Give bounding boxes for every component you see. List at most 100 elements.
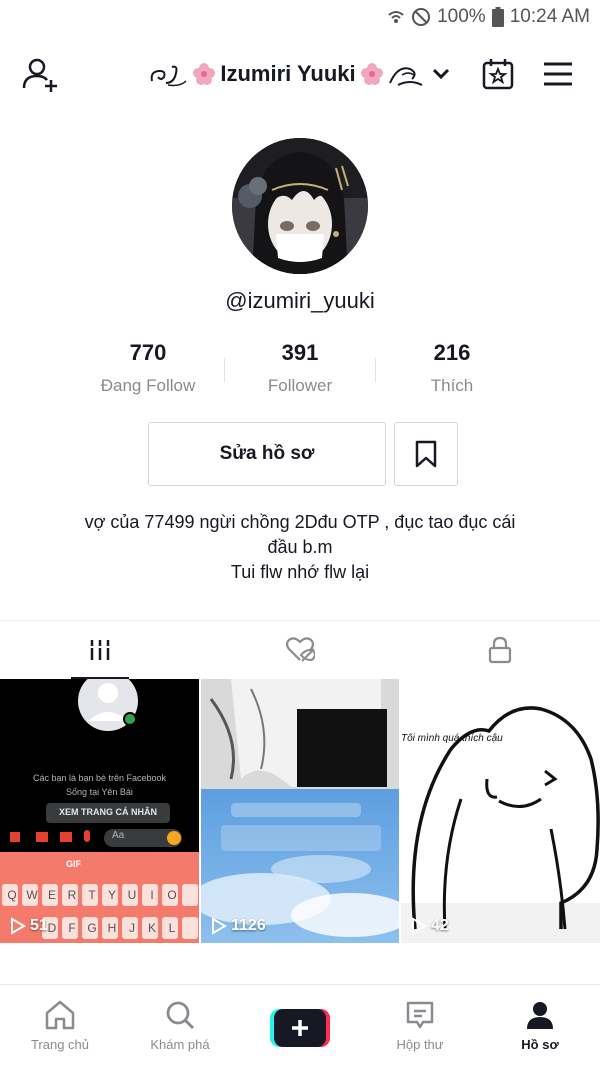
- bio-line: đầu b.m: [267, 537, 333, 557]
- lock-icon: [488, 636, 512, 664]
- play-icon: [11, 917, 26, 935]
- view-count: 51: [10, 917, 48, 935]
- friend-location-text: Sống tại Yên Bái: [66, 787, 133, 797]
- likes-stat[interactable]: 216 Thích: [376, 340, 528, 400]
- wifi-calling-icon: [388, 11, 404, 23]
- view-profile-label: XEM TRANG CÁ NHÂN: [59, 807, 157, 817]
- likes-count: 216: [433, 340, 471, 365]
- tab-private[interactable]: [400, 621, 600, 679]
- video-thumbnail[interactable]: 1126: [201, 679, 399, 943]
- key: J: [129, 921, 135, 935]
- key: Q: [7, 888, 17, 902]
- following-count: 770: [129, 340, 167, 365]
- keyboard-row: D F G H J K L: [42, 921, 182, 935]
- followers-stat[interactable]: 391 Follower: [224, 340, 376, 400]
- search-icon: [166, 1001, 195, 1030]
- following-stat[interactable]: 770 Đang Follow: [72, 340, 224, 400]
- tab-liked[interactable]: [200, 621, 400, 679]
- cherry-blossom-icon: [193, 63, 216, 85]
- video-caption: Tôi mình quá thích cậu: [401, 733, 503, 744]
- key: L: [168, 921, 176, 935]
- likes-label: Thích: [430, 376, 474, 395]
- gif-label: GIF: [66, 859, 81, 869]
- tab-videos[interactable]: [0, 621, 200, 679]
- blurred-manga-sky-thumbnail: [201, 679, 399, 943]
- battery-icon: [491, 7, 504, 27]
- nav-label: Trang chủ: [30, 1037, 90, 1052]
- chevron-down-icon: [432, 68, 449, 80]
- profile-avatar[interactable]: [232, 138, 368, 274]
- profile-icon: [527, 1002, 553, 1029]
- cherry-blossom-icon: [360, 63, 383, 85]
- creator-calendar-button[interactable]: [480, 56, 520, 96]
- key: Y: [107, 888, 116, 902]
- view-count-value: 51: [30, 917, 48, 934]
- play-icon: [212, 917, 227, 935]
- username: @izumiri_yuuki: [225, 288, 375, 313]
- bio-line: Tui flw nhớ flw lại: [230, 562, 370, 582]
- anime-avatar-image: [232, 138, 368, 274]
- nav-discover[interactable]: Khám phá: [120, 985, 240, 1067]
- add-friend-button[interactable]: [20, 54, 62, 96]
- friend-suggestion-text: Các bạn là bạn bè trên Facebook: [32, 773, 167, 783]
- nav-label: Hồ sơ: [521, 1037, 559, 1052]
- clock: 10:24 AM: [509, 6, 590, 27]
- nav-inbox[interactable]: Hộp thư: [360, 985, 480, 1067]
- view-count-value: 1126: [231, 917, 266, 934]
- view-count-value: 42: [431, 917, 449, 934]
- key: O: [167, 888, 177, 902]
- status-bar: 100% 10:24 AM: [0, 0, 600, 36]
- bookmark-icon: [415, 440, 437, 468]
- hamburger-menu-icon: [544, 62, 572, 86]
- followers-label: Follower: [267, 376, 333, 395]
- view-count: 1126: [211, 917, 266, 935]
- key: R: [67, 888, 77, 902]
- thumbnail-overlay-text: Các bạn là bạn bè trên Facebook Sống tại…: [0, 771, 199, 799]
- video-thumbnail[interactable]: Tôi mình quá thích cậu 42: [401, 679, 600, 943]
- status-indicators: 100% 10:24 AM: [387, 6, 590, 28]
- home-icon: [45, 1000, 75, 1030]
- plus-icon: [270, 1009, 330, 1047]
- grid-icon: [90, 640, 110, 660]
- key: F: [68, 921, 76, 935]
- nav-home[interactable]: Trang chủ: [0, 985, 120, 1067]
- nav-profile[interactable]: Hồ sơ: [480, 985, 600, 1067]
- account-name: Izumiri Yuuki: [220, 61, 356, 86]
- inbox-icon: [406, 1001, 434, 1029]
- edit-profile-button[interactable]: Sửa hồ sơ: [148, 422, 386, 486]
- key: H: [107, 921, 117, 935]
- doodle-thumbnail: [401, 679, 600, 943]
- stat-divider: [224, 358, 225, 382]
- settings-menu-button[interactable]: [540, 56, 580, 96]
- create-video-button[interactable]: [270, 1009, 330, 1047]
- nav-create[interactable]: [240, 985, 360, 1067]
- keyboard-row: Q W E R T Y U I O: [2, 888, 199, 902]
- play-icon: [412, 917, 427, 935]
- key: T: [88, 888, 96, 902]
- battery-percent: 100%: [437, 6, 486, 27]
- profile-header: Izumiri Yuuki: [0, 44, 600, 104]
- key: W: [26, 888, 38, 902]
- swirl-decoration-left-icon: [151, 65, 187, 87]
- message-input-placeholder: Aa: [112, 830, 125, 841]
- video-grid: Các bạn là bạn bè trên Facebook Sống tại…: [0, 679, 600, 943]
- profile-content-tabs: [0, 620, 600, 679]
- key: E: [47, 888, 56, 902]
- video-thumbnail[interactable]: Các bạn là bạn bè trên Facebook Sống tại…: [0, 679, 199, 943]
- key: K: [147, 921, 156, 935]
- profile-stats: 770 Đang Follow 391 Follower 216 Thích: [72, 340, 528, 400]
- calendar-star-icon: [482, 59, 514, 90]
- followers-count: 391: [281, 340, 319, 365]
- nav-label: Hộp thư: [396, 1037, 444, 1052]
- view-count: 42: [411, 917, 449, 935]
- favorites-button[interactable]: [394, 422, 458, 486]
- key: G: [87, 921, 97, 935]
- profile-bio: vợ của 77499 ngừi chồng 2Dđu OTP , đục t…: [30, 510, 570, 585]
- add-user-icon: [22, 58, 57, 92]
- following-label: Đang Follow: [100, 376, 196, 395]
- account-switcher[interactable]: Izumiri Yuuki: [140, 56, 460, 92]
- key: U: [127, 888, 137, 902]
- bottom-navigation: Trang chủ Khám phá Hộp thư Hồ sơ: [0, 984, 600, 1067]
- swirl-decoration-right-icon: [388, 67, 423, 86]
- liked-hidden-icon: [285, 637, 315, 662]
